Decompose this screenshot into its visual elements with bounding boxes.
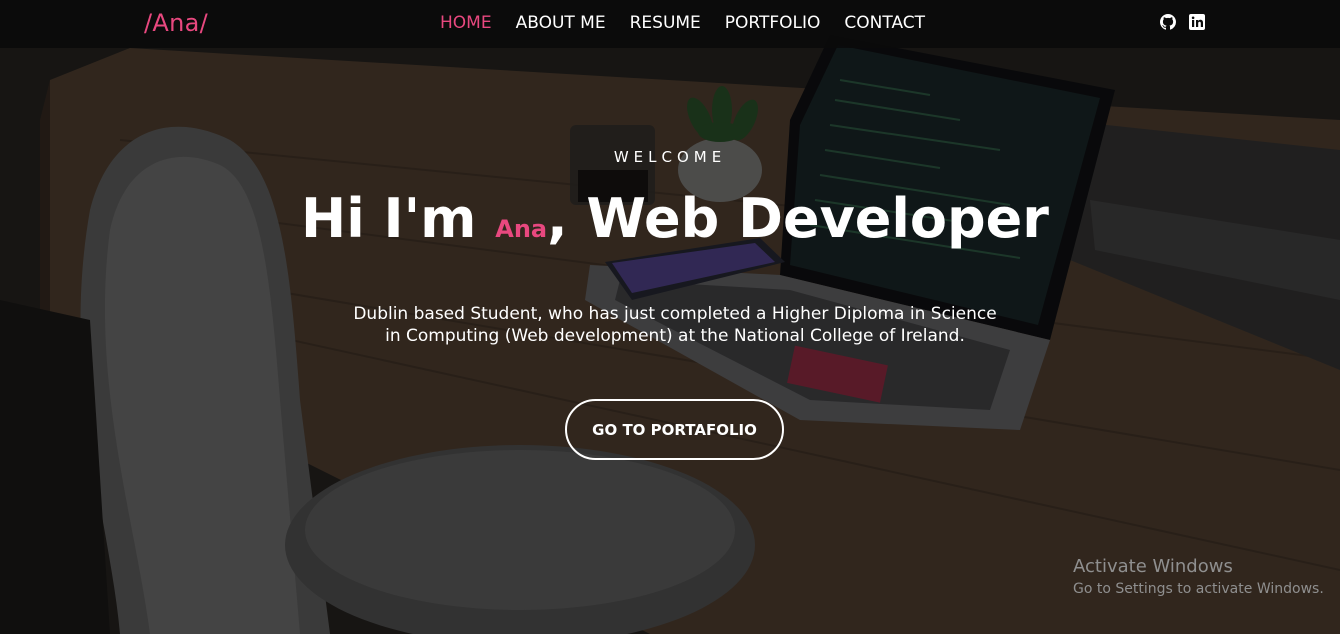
watermark-subtitle: Go to Settings to activate Windows. bbox=[1073, 581, 1324, 597]
hero-description-line-1: Dublin based Student, who has just compl… bbox=[353, 304, 997, 324]
nav-item-home[interactable]: HOME bbox=[440, 13, 492, 33]
nav-item-about-me[interactable]: ABOUT ME bbox=[516, 13, 606, 33]
navbar: /Ana/ HOME ABOUT ME RESUME PORTFOLIO CON… bbox=[0, 0, 1340, 48]
watermark-title: Activate Windows bbox=[1073, 556, 1233, 577]
hero-description-line-2: in Computing (Web development) at the Na… bbox=[385, 326, 965, 346]
hero-description: Dublin based Student, who has just compl… bbox=[0, 303, 1340, 347]
nav-menu: HOME ABOUT ME RESUME PORTFOLIO CONTACT bbox=[440, 13, 949, 33]
hero-title-prefix: Hi I'm bbox=[301, 187, 496, 250]
nav-item-portfolio[interactable]: PORTFOLIO bbox=[725, 13, 821, 33]
welcome-label: WELCOME bbox=[613, 148, 727, 166]
hero-title: Hi I'm Ana, Web Developer bbox=[0, 187, 1340, 250]
brand-logo[interactable]: /Ana/ bbox=[144, 9, 208, 37]
page: /Ana/ HOME ABOUT ME RESUME PORTFOLIO CON… bbox=[0, 0, 1340, 634]
nav-item-contact[interactable]: CONTACT bbox=[844, 13, 925, 33]
hero-title-name: Ana bbox=[495, 215, 548, 243]
go-to-portfolio-button[interactable]: GO TO PORTAFOLIO bbox=[565, 399, 784, 460]
nav-item-resume[interactable]: RESUME bbox=[630, 13, 701, 33]
hero-title-suffix: , Web Developer bbox=[547, 187, 1049, 250]
linkedin-icon[interactable] bbox=[1189, 14, 1205, 30]
github-icon[interactable] bbox=[1160, 14, 1176, 30]
windows-activation-watermark: Activate Windows Go to Settings to activ… bbox=[1073, 556, 1324, 597]
social-links bbox=[1160, 14, 1205, 30]
